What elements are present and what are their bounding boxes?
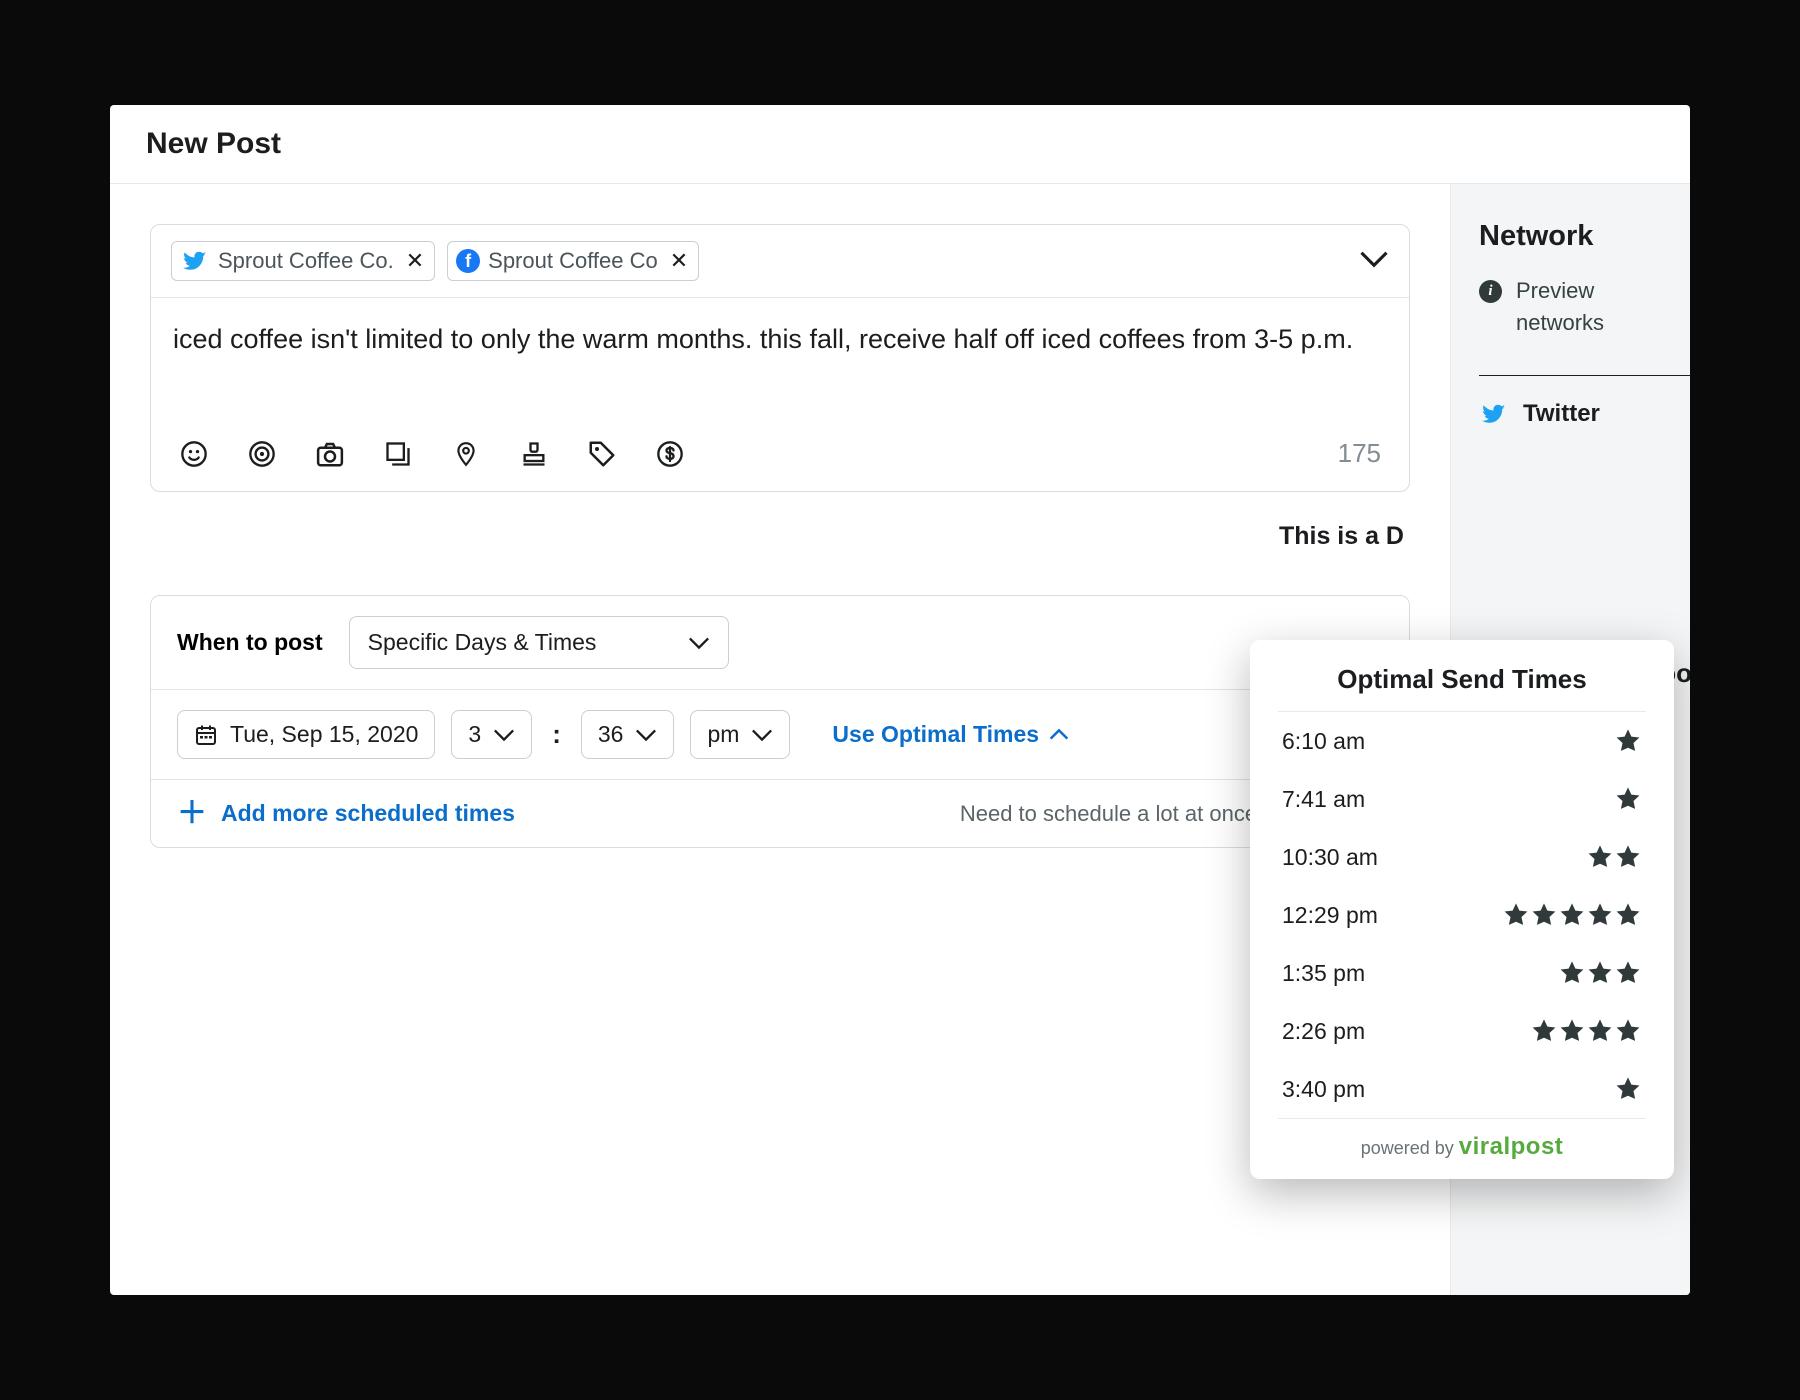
titlebar: New Post: [110, 105, 1690, 184]
target-icon[interactable]: [247, 439, 277, 469]
composer-card: Sprout Coffee Co. ✕ f Sprout Coffee Co ✕…: [150, 224, 1410, 492]
profile-expand[interactable]: [1359, 250, 1389, 273]
optimal-time-row[interactable]: 6:10 am: [1278, 712, 1646, 770]
gallery-icon[interactable]: [383, 439, 413, 469]
schedule-mode-select[interactable]: Specific Days & Times: [349, 616, 729, 669]
optimal-time-rating: [1502, 901, 1642, 929]
hour-value: 3: [468, 721, 481, 748]
optimal-time-rating: [1586, 843, 1642, 871]
info-icon: i: [1479, 280, 1502, 303]
profile-selector[interactable]: Sprout Coffee Co. ✕ f Sprout Coffee Co ✕: [151, 225, 1409, 298]
stamp-icon[interactable]: [519, 439, 549, 469]
tag-icon[interactable]: [587, 439, 617, 469]
schedule-card: When to post Specific Days & Times Tue, …: [150, 595, 1410, 848]
chevron-down-icon: [635, 728, 657, 742]
optimal-times-title: Optimal Send Times: [1254, 664, 1670, 711]
optimal-time-value: 7:41 am: [1282, 786, 1365, 813]
network-label: Twitter: [1523, 400, 1600, 428]
composer-toolbar: 175: [151, 428, 1409, 491]
optimal-time-value: 1:35 pm: [1282, 960, 1365, 987]
camera-icon[interactable]: [315, 439, 345, 469]
viralpost-brand: viralpost: [1459, 1133, 1564, 1160]
chip-remove-icon[interactable]: ✕: [402, 248, 424, 274]
draft-status: This is a D: [150, 492, 1410, 595]
optimal-time-row[interactable]: 2:26 pm: [1278, 1002, 1646, 1060]
facebook-icon: f: [456, 249, 480, 273]
page-title: New Post: [146, 127, 1654, 161]
profile-chip-twitter[interactable]: Sprout Coffee Co. ✕: [171, 241, 435, 281]
optimal-link-label: Use Optimal Times: [832, 721, 1039, 748]
optimal-time-row[interactable]: 10:30 am: [1278, 828, 1646, 886]
profile-chip-label: Sprout Coffee Co.: [218, 248, 394, 274]
date-value: Tue, Sep 15, 2020: [230, 721, 418, 748]
chip-remove-icon[interactable]: ✕: [666, 248, 688, 274]
chevron-down-icon: [1359, 250, 1389, 268]
post-text-input[interactable]: iced coffee isn't limited to only the wa…: [151, 298, 1409, 428]
location-icon[interactable]: [451, 439, 481, 469]
time-colon: :: [548, 719, 565, 750]
profile-chip-facebook[interactable]: f Sprout Coffee Co ✕: [447, 241, 699, 281]
add-more-label: Add more scheduled times: [221, 800, 515, 827]
optimal-times-popover: Optimal Send Times 6:10 am 7:41 am 10:30 a…: [1250, 640, 1674, 1179]
char-count: 175: [1338, 438, 1381, 469]
sidebar-heading: Network: [1479, 220, 1690, 253]
optimal-time-rating: [1614, 785, 1642, 813]
schedule-mode-value: Specific Days & Times: [368, 629, 597, 656]
twitter-icon: [180, 249, 210, 273]
ampm-value: pm: [707, 721, 739, 748]
sidebar-divider: [1479, 375, 1690, 376]
optimal-time-value: 6:10 am: [1282, 728, 1365, 755]
preview-description: i Preview networks: [1479, 275, 1690, 339]
optimal-time-value: 2:26 pm: [1282, 1018, 1365, 1045]
network-tab-twitter[interactable]: Twitter: [1479, 400, 1690, 428]
chevron-up-icon: [1049, 728, 1069, 741]
monetize-icon[interactable]: [655, 439, 685, 469]
date-picker[interactable]: Tue, Sep 15, 2020: [177, 710, 435, 759]
calendar-icon: [194, 723, 218, 747]
optimal-time-row[interactable]: 3:40 pm: [1278, 1060, 1646, 1118]
chevron-down-icon: [688, 636, 710, 650]
powered-by: powered by viralpost: [1254, 1119, 1670, 1165]
when-to-post-label: When to post: [177, 629, 323, 656]
optimal-time-rating: [1614, 1075, 1642, 1103]
optimal-time-row[interactable]: 12:29 pm: [1278, 886, 1646, 944]
chevron-down-icon: [751, 728, 773, 742]
chevron-down-icon: [493, 728, 515, 742]
use-optimal-times-toggle[interactable]: Use Optimal Times: [832, 721, 1069, 748]
compose-window: New Post Sprout Coffee Co. ✕ f Sprout Co…: [110, 105, 1690, 1295]
optimal-time-rating: [1530, 1017, 1642, 1045]
emoji-icon[interactable]: [179, 439, 209, 469]
twitter-icon: [1479, 402, 1509, 426]
minute-value: 36: [598, 721, 624, 748]
optimal-time-value: 3:40 pm: [1282, 1076, 1365, 1103]
optimal-time-rating: [1614, 727, 1642, 755]
profile-chip-label: Sprout Coffee Co: [488, 248, 658, 274]
add-more-times-button[interactable]: ＋ Add more scheduled times: [177, 800, 515, 827]
optimal-time-row[interactable]: 1:35 pm: [1278, 944, 1646, 1002]
optimal-time-rating: [1558, 959, 1642, 987]
ampm-select[interactable]: pm: [690, 710, 790, 759]
hour-select[interactable]: 3: [451, 710, 532, 759]
optimal-time-value: 10:30 am: [1282, 844, 1378, 871]
optimal-time-row[interactable]: 7:41 am: [1278, 770, 1646, 828]
optimal-time-value: 12:29 pm: [1282, 902, 1378, 929]
minute-select[interactable]: 36: [581, 710, 675, 759]
